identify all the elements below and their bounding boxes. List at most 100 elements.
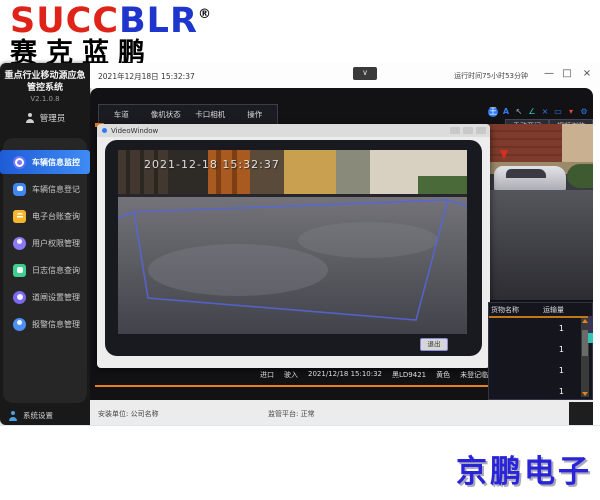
cargo-table-rows: 1 1 1 1 — [489, 318, 578, 399]
record-plate: 黑LD9421 — [392, 370, 426, 380]
alarm-icon — [13, 318, 26, 331]
bush — [567, 164, 593, 188]
background-camera-feed — [488, 124, 593, 300]
transport-volume-header: 运输量 — [543, 305, 564, 315]
footer-brand: 京鹏电子 — [456, 446, 592, 491]
users-icon — [13, 237, 26, 250]
runtime-label: 运行时间75小时53分钟 — [454, 71, 528, 81]
close-stream-icon[interactable]: × — [540, 107, 550, 117]
system-settings-button[interactable]: 系统设置 — [8, 410, 53, 421]
sidebar-item-vehicle-monitor[interactable]: 车辆信息监控 — [0, 150, 90, 174]
cargo-table: 货物名称 运输量 1 1 1 1 — [488, 302, 593, 400]
passage-record: 进口 驶入 2021/12/18 15:10:32 黑LD9421 黄色 未登记… — [260, 370, 502, 380]
light-building — [562, 124, 594, 162]
logo-succ: SUCC — [10, 1, 119, 41]
popup-control-button[interactable] — [450, 127, 460, 134]
camera-video-feed: 2021-12-18 15:32:37 — [118, 150, 467, 334]
user-icon — [25, 113, 35, 123]
edge-scrollbar-segment[interactable] — [588, 333, 593, 343]
tab-operation[interactable]: 操作 — [233, 109, 278, 120]
brick-building — [488, 124, 562, 162]
exit-button[interactable]: 退出 — [420, 338, 448, 351]
sidebar-item-vehicle-register[interactable]: 车辆信息登记 — [3, 177, 87, 201]
measure-icon[interactable]: ∠ — [527, 107, 537, 117]
tab-checkpoint-camera[interactable]: 卡口相机 — [188, 109, 233, 120]
log-icon — [13, 264, 26, 277]
sidebar-item-gate-settings[interactable]: 道闸设置管理 — [3, 285, 87, 309]
install-unit-value: 公司名称 — [131, 410, 159, 418]
edge-scrollbar-segment[interactable] — [588, 316, 593, 333]
system-settings-label: 系统设置 — [23, 410, 53, 421]
car-icon — [13, 183, 26, 196]
video-timestamp: 2021-12-18 15:32:37 — [144, 158, 280, 171]
user-name: 管理员 — [40, 112, 66, 124]
record-time: 2021/12/18 15:10:32 — [308, 370, 382, 380]
maximize-button[interactable]: □ — [560, 68, 574, 79]
highlight-divider — [95, 385, 490, 387]
record-icon[interactable]: ▾ — [566, 107, 576, 117]
sidebar-item-label: 电子台账查询 — [32, 211, 80, 222]
cargo-name-header: 货物名称 — [489, 305, 543, 315]
table-row[interactable]: 1 — [489, 318, 578, 339]
table-row[interactable]: 1 — [489, 381, 578, 402]
record-color: 黄色 — [436, 370, 450, 380]
sidebar-item-ledger-query[interactable]: 电子台账查询 — [3, 204, 87, 228]
install-unit: 安装单位: 公司名称 — [98, 409, 159, 419]
app-version: V2.1.0.8 — [0, 95, 90, 103]
statusbar-corner-block — [569, 402, 593, 425]
sidebar: 重点行业移动源应急管控系统 V2.1.0.8 管理员 车辆信息监控 车辆信息登记… — [0, 63, 90, 425]
sidebar-item-label: 日志信息查询 — [32, 265, 80, 276]
sidebar-item-label: 报警信息管理 — [32, 319, 80, 330]
platform-status: 监管平台: 正常 — [268, 409, 315, 419]
logo-blr: BLR — [119, 1, 198, 41]
road — [488, 190, 593, 300]
plate-recognize-icon[interactable]: 王 — [488, 107, 498, 117]
ledger-icon — [13, 210, 26, 223]
install-unit-label: 安装单位: — [98, 410, 128, 418]
street-scene — [118, 150, 467, 334]
table-row[interactable]: 1 — [489, 339, 578, 360]
cursor-icon[interactable]: ↖ — [514, 107, 524, 117]
video-window-controls — [450, 127, 486, 134]
main-panel: 车道 像机状态 卡口相机 操作 王 A ↖ ∠ × ▭ ▾ ⚙ 手动开闸 视频浏… — [90, 88, 593, 400]
window-dot-icon — [102, 128, 107, 133]
app-statusbar: 安装单位: 公司名称 监管平台: 正常 — [90, 400, 593, 425]
video-toolbar: 王 A ↖ ∠ × ▭ ▾ ⚙ — [488, 107, 589, 117]
sidebar-item-label: 道闸设置管理 — [32, 292, 80, 303]
brand-logo-en: SUCCBLR® — [10, 4, 220, 39]
popup-control-button[interactable] — [476, 127, 486, 134]
silver-car — [494, 166, 566, 192]
video-window: VideoWindow — [97, 124, 490, 368]
screen: SUCCBLR® 赛克蓝鹏 重点行业移动源应急管控系统 V2.1.0.8 管理员… — [0, 0, 600, 500]
collapse-button[interactable]: ∨ — [353, 67, 377, 80]
cargo-table-header: 货物名称 运输量 — [489, 303, 592, 318]
tab-lane[interactable]: 车道 — [99, 109, 144, 120]
settings-icon[interactable]: ⚙ — [579, 107, 589, 117]
sidebar-item-log-query[interactable]: 日志信息查询 — [3, 258, 87, 282]
page-footer: 京鹏电子 — [0, 425, 600, 500]
text-overlay-icon[interactable]: A — [501, 107, 511, 117]
tab-camera-status[interactable]: 像机状态 — [144, 109, 189, 120]
brand-logo: SUCCBLR® 赛克蓝鹏 — [10, 4, 220, 69]
app-title: 重点行业移动源应急管控系统 — [0, 63, 90, 94]
table-row[interactable]: 1 — [489, 360, 578, 381]
window-icon[interactable]: ▭ — [553, 107, 563, 117]
record-action: 驶入 — [284, 370, 298, 380]
sidebar-item-label: 车辆信息登记 — [32, 184, 80, 195]
datetime-label: 2021年12月18日 15:32:37 — [98, 71, 195, 82]
minimize-button[interactable]: — — [542, 68, 556, 79]
system-settings-icon — [8, 411, 18, 421]
close-button[interactable]: × — [580, 68, 594, 79]
sidebar-item-alarm-info[interactable]: 报警信息管理 — [3, 312, 87, 336]
video-window-titlebar[interactable]: VideoWindow — [97, 124, 490, 137]
registered-mark: ® — [198, 7, 212, 22]
user-row: 管理员 — [0, 112, 90, 124]
sidebar-item-label: 车辆信息监控 — [32, 157, 80, 168]
window-titlebar: 2021年12月18日 15:32:37 ∨ 运行时间75小时53分钟 — □ … — [90, 63, 600, 88]
record-direction: 进口 — [260, 370, 274, 380]
sidebar-menu: 车辆信息监控 车辆信息登记 电子台账查询 用户权限管理 日志信息查询 道闸设置管… — [3, 138, 87, 403]
platform-label: 监管平台: — [268, 410, 298, 418]
sidebar-item-user-permission[interactable]: 用户权限管理 — [3, 231, 87, 255]
scroll-down-arrow[interactable] — [582, 392, 588, 396]
popup-control-button[interactable] — [463, 127, 473, 134]
